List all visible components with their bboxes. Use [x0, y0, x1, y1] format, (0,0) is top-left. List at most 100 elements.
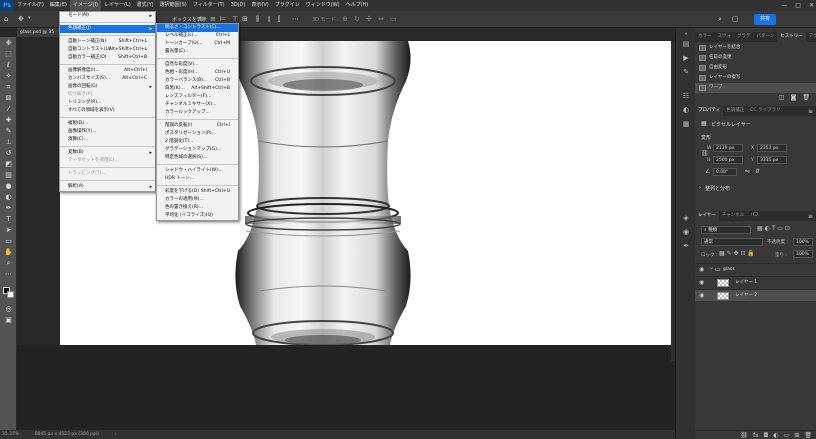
menu-item[interactable]: ポスタリゼーション(P)... [157, 130, 238, 138]
libraries-panel-icon[interactable]: ▦ [681, 120, 691, 129]
home-icon[interactable]: ⌂ [4, 15, 8, 23]
layer-group-row[interactable]: ◉ ⌄ ▭ glass [695, 263, 816, 275]
panel-tab[interactable]: スウォ [715, 32, 735, 42]
marquee-tool-icon[interactable]: ⬚ [3, 50, 14, 59]
properties-panel-icon[interactable]: ☷ [681, 92, 691, 101]
magic-wand-tool-icon[interactable]: ✧ [3, 72, 14, 81]
menu-item[interactable]: 演算(C)... [60, 136, 155, 144]
adjustment-layer-icon[interactable]: ◐ [773, 432, 778, 439]
mask-icon[interactable]: ◘ [764, 432, 769, 439]
align-distribute-section-title[interactable]: 整列と分布 [705, 185, 730, 192]
link-layers-icon[interactable]: ⛓ [740, 432, 748, 439]
history-item[interactable]: レイヤーを結合 [695, 43, 816, 53]
menu-item[interactable]: 色相・彩度(H)... Ctrl+U [157, 69, 238, 77]
menu-6[interactable]: フィルター(T) [190, 0, 228, 11]
menu-item[interactable]: 変数(B) ▸ [60, 149, 155, 157]
menu-item[interactable]: カンバスサイズ(S)... Alt+Ctrl+C [60, 75, 155, 83]
menu-item[interactable]: 白黒(K)... Alt+Shift+Ctrl+B [157, 85, 238, 93]
panel-tab[interactable]: プロパティ [695, 106, 724, 116]
pen-tool-icon[interactable]: ✒ [3, 204, 14, 213]
menu-item[interactable]: 自動カラー補正(O) Shift+Ctrl+B [60, 54, 155, 62]
menu-item[interactable]: モード(M) ▸ [60, 12, 155, 20]
blur-tool-icon[interactable]: ● [3, 182, 14, 191]
zoom-tool-icon[interactable]: ⌕ [3, 259, 14, 268]
angle-field[interactable]: 0.00° [713, 168, 737, 176]
move-tool-icon[interactable]: ✥ [18, 15, 24, 23]
type-tool-icon[interactable]: T [3, 215, 14, 224]
minimize-button[interactable]: — [781, 2, 787, 9]
menu-item[interactable]: すべての領域を表示(V) [60, 107, 155, 115]
frame-tool-icon[interactable]: ⊠ [3, 94, 14, 103]
channels-panel-icon[interactable]: ◉ [681, 228, 691, 237]
panel-menu-icon[interactable]: ≡ [808, 213, 816, 220]
healing-brush-tool-icon[interactable]: ✚ [3, 116, 14, 125]
menu-item[interactable]: 複製(D)... [60, 120, 155, 128]
flip-horizontal-icon[interactable]: ⇋ [745, 168, 750, 175]
panel-tab[interactable]: パス [747, 211, 762, 221]
menu-item[interactable]: 明るさ・コントラスト(C)... [157, 24, 238, 32]
layer-row[interactable]: ◉ レイヤー 2 [695, 289, 816, 301]
search-icon[interactable]: ⌕ [718, 15, 722, 24]
panel-tab[interactable]: ヒストリー [777, 32, 806, 42]
menu-item[interactable]: HDR トーン... [157, 175, 238, 183]
crop-tool-icon[interactable]: ⌗ [3, 83, 14, 92]
share-button[interactable]: 共有 [754, 14, 776, 25]
menu-1[interactable]: 編集(E) [47, 0, 70, 11]
move-tool-icon[interactable]: ✥ [3, 39, 14, 48]
menu-item[interactable]: トリミング(R)... [60, 99, 155, 107]
history-item[interactable]: 名前の変更 [695, 53, 816, 63]
3d-roll-icon[interactable]: ↻ [354, 15, 360, 23]
x-field[interactable]: 2353 px [757, 144, 787, 152]
paths-panel-icon[interactable]: ✒ [681, 242, 691, 251]
menu-item[interactable]: カラーの適用(M)... [157, 196, 238, 204]
menu-11[interactable]: ヘルプ(H) [343, 0, 372, 11]
height-field[interactable]: 2500 px [713, 156, 743, 164]
workspace-icon[interactable]: ▢ [732, 15, 739, 23]
menu-2[interactable]: イメージ(I) [69, 0, 102, 11]
eye-icon[interactable]: ◉ [699, 290, 704, 302]
path-selection-tool-icon[interactable]: ➤ [3, 226, 14, 235]
layer-row[interactable]: ◉ レイヤー 1 [695, 276, 816, 288]
collapse-icon[interactable]: « [681, 30, 691, 39]
panel-tab[interactable]: グラデ [734, 32, 754, 42]
more-options-icon[interactable]: ⋯ [292, 15, 299, 23]
trash-icon[interactable]: 🗑 [802, 94, 810, 102]
transform-section-title[interactable]: 変形 [701, 134, 711, 141]
menu-item[interactable]: チャンネルミキサー(X)... [157, 101, 238, 109]
align-top-icon[interactable]: ⊤ [232, 15, 238, 23]
rectangle-tool-icon[interactable]: ▭ [3, 237, 14, 246]
align-right-icon[interactable]: ⊨ [220, 15, 226, 23]
chevron-right-icon[interactable]: › [699, 185, 701, 191]
distribute-horizontal-icon[interactable]: ⫿ [278, 15, 280, 24]
layer-name[interactable]: レイヤー 1 [735, 277, 757, 289]
history-panel-icon[interactable]: ▤ [681, 40, 691, 49]
distribute-icon[interactable]: ⫼ [256, 15, 259, 24]
dodge-tool-icon[interactable]: ◐ [3, 193, 14, 202]
panel-tab[interactable]: CC ライブラリ [747, 106, 783, 116]
camera-icon[interactable]: ◙ [791, 94, 797, 102]
layer-filter-kind[interactable]: ⌕ 種類 [701, 226, 751, 234]
3d-orbit-icon[interactable]: ⊕ [342, 15, 348, 23]
menu-0[interactable]: ファイル(F) [14, 0, 47, 11]
distribute-vertical-icon[interactable]: ⫾ [268, 15, 270, 24]
panel-tab[interactable]: 色調補正 [723, 106, 747, 116]
menu-7[interactable]: 3D(D) [228, 0, 249, 11]
actions-panel-icon[interactable]: ▶ [681, 54, 691, 63]
y-field[interactable]: 3335 px [757, 156, 787, 164]
hand-tool-icon[interactable]: ✋ [3, 248, 14, 257]
comments-panel-icon[interactable]: ✎ [681, 68, 691, 77]
blend-mode-select[interactable]: 通常 [701, 238, 763, 246]
menu-item[interactable]: レンズフィルター(F)... [157, 93, 238, 101]
panel-tab[interactable]: アクシ [806, 32, 816, 42]
history-item[interactable]: 自由変形 [695, 63, 816, 73]
menu-item[interactable]: 特定色域の選択(S)... [157, 154, 238, 162]
3d-slide-icon[interactable]: ⇔ [378, 15, 384, 23]
background-color-swatch[interactable] [7, 291, 14, 298]
group-icon[interactable]: ▭ [784, 432, 790, 439]
chevron-down-icon[interactable]: ▾ [28, 15, 31, 21]
menu-item[interactable]: カラーバランス(B)... Ctrl+B [157, 77, 238, 85]
panel-tab[interactable]: カラー [695, 32, 715, 42]
menu-item[interactable]: 自動コントラスト(U) Alt+Shift+Ctrl+L [60, 46, 155, 54]
eye-icon[interactable]: ◉ [699, 264, 704, 276]
3d-scale-icon[interactable]: ▭ [390, 15, 397, 23]
